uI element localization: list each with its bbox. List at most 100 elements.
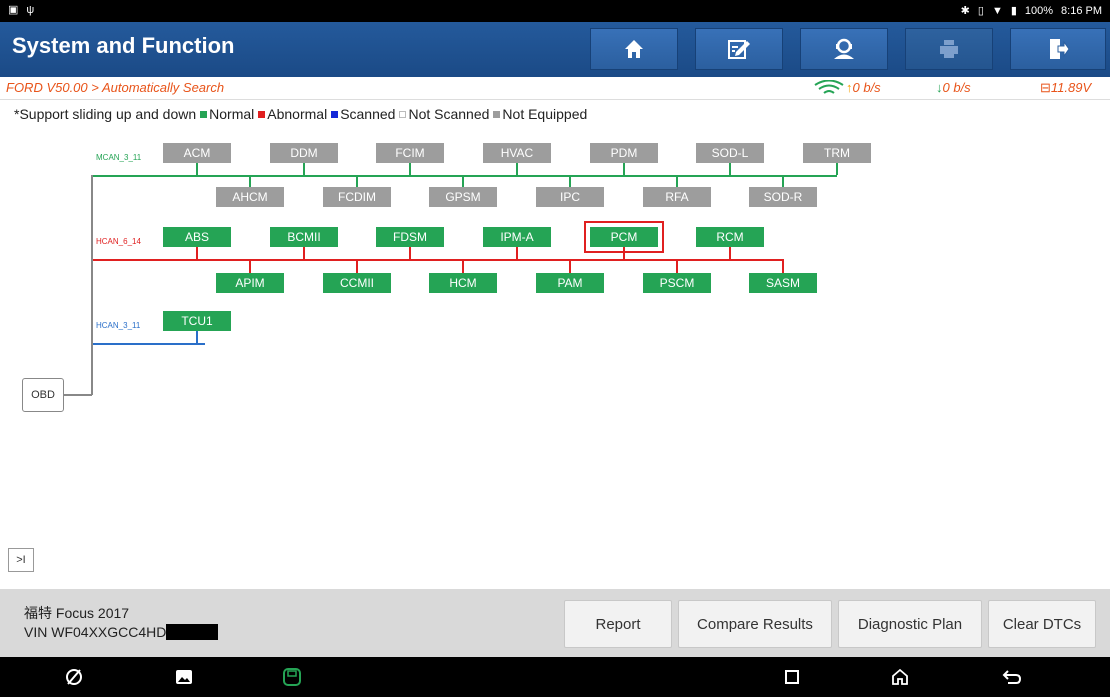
module-ipc[interactable]: IPC — [536, 187, 604, 207]
connector-line — [729, 163, 731, 175]
connector-line — [569, 259, 571, 273]
legend-abnormal: Abnormal — [258, 106, 327, 122]
compare-results-button[interactable]: Compare Results — [678, 600, 832, 648]
support-icon — [834, 38, 854, 59]
module-bcmii[interactable]: BCMII — [270, 227, 338, 247]
clock: 8:16 PM — [1061, 4, 1102, 17]
browser-icon[interactable] — [62, 666, 86, 688]
battery-voltage-icon: ⊟ — [1040, 80, 1051, 95]
connector-line — [729, 247, 731, 259]
connector-line — [462, 175, 464, 187]
module-pscm[interactable]: PSCM — [643, 273, 711, 293]
exit-button[interactable] — [1010, 28, 1106, 70]
vci-icon[interactable] — [280, 666, 304, 688]
recents-icon[interactable] — [780, 666, 804, 688]
connector-line — [836, 163, 838, 175]
module-fcdim[interactable]: FCDIM — [323, 187, 391, 207]
connector-line — [409, 247, 411, 259]
module-sod-r[interactable]: SOD-R — [749, 187, 817, 207]
connector-line — [676, 259, 678, 273]
module-hcm[interactable]: HCM — [429, 273, 497, 293]
connector-line — [249, 259, 251, 273]
path-bar: FORD V50.00 > Automatically Search ↑0 b/… — [0, 77, 1110, 100]
diagnostic-plan-button[interactable]: Diagnostic Plan — [838, 600, 982, 648]
signal-icon — [814, 79, 844, 99]
gallery-icon: ▣ — [8, 4, 19, 16]
module-ipm-a[interactable]: IPM-A — [483, 227, 551, 247]
connector-line — [196, 331, 198, 343]
legend-note: *Support sliding up and down — [14, 106, 197, 122]
module-sasm[interactable]: SASM — [749, 273, 817, 293]
home-icon — [625, 40, 643, 58]
module-pam[interactable]: PAM — [536, 273, 604, 293]
module-tcu1[interactable]: TCU1 — [163, 311, 231, 331]
usb-icon: ψ — [26, 3, 35, 16]
print-button[interactable] — [905, 28, 993, 70]
module-gpsm[interactable]: GPSM — [429, 187, 497, 207]
bus-line — [92, 343, 205, 345]
bus-line — [92, 175, 837, 177]
module-trm[interactable]: TRM — [803, 143, 871, 163]
module-ahcm[interactable]: AHCM — [216, 187, 284, 207]
gallery-icon[interactable] — [172, 666, 196, 688]
vin: VIN WF04XXGCC4HD — [24, 623, 219, 642]
vehicle-name: 福特 Focus 2017 — [24, 605, 130, 621]
legend-normal: Normal — [200, 106, 254, 122]
status-legend: *Support sliding up and down Normal Abno… — [14, 106, 587, 122]
module-fdsm[interactable]: FDSM — [376, 227, 444, 247]
battery-icon: ▮ — [1010, 5, 1017, 17]
bus-label: HCAN_6_14 — [96, 237, 141, 246]
home-button[interactable] — [590, 28, 678, 70]
module-ddm[interactable]: DDM — [270, 143, 338, 163]
connector-line — [623, 163, 625, 175]
upload-rate: ↑0 b/s — [846, 80, 881, 95]
home-icon[interactable] — [888, 666, 912, 688]
connector-line — [356, 259, 358, 273]
vibrate-icon: ▯ — [977, 5, 984, 17]
connector-line — [569, 175, 571, 187]
connector-line — [676, 175, 678, 187]
report-button[interactable]: Report — [564, 600, 672, 648]
breadcrumb: FORD V50.00 > Automatically Search — [6, 80, 225, 95]
connector-line — [196, 163, 198, 175]
obd-link-line — [62, 394, 92, 396]
module-rcm[interactable]: RCM — [696, 227, 764, 247]
back-icon[interactable] — [1000, 666, 1024, 688]
module-ccmii[interactable]: CCMII — [323, 273, 391, 293]
connector-line — [303, 247, 305, 259]
footer-bar: 福特 Focus 2017 VIN WF04XXGCC4HD Report Co… — [0, 589, 1110, 657]
module-pdm[interactable]: PDM — [590, 143, 658, 163]
module-apim[interactable]: APIM — [216, 273, 284, 293]
edit-button[interactable] — [695, 28, 783, 70]
connector-line — [782, 175, 784, 187]
legend-not-scanned: Not Scanned — [399, 106, 489, 122]
connector-line — [196, 247, 198, 259]
connector-line — [782, 259, 784, 273]
remote-support-button[interactable] — [800, 28, 888, 70]
connector-line — [516, 247, 518, 259]
connector-line — [249, 175, 251, 187]
voltage-readout: ⊟11.89V — [1040, 80, 1092, 95]
module-acm[interactable]: ACM — [163, 143, 231, 163]
bus-label: HCAN_3_11 — [96, 321, 141, 330]
page-title: System and Function — [12, 33, 235, 58]
connector-line — [462, 259, 464, 273]
module-hvac[interactable]: HVAC — [483, 143, 551, 163]
edit-icon — [728, 40, 750, 59]
clear-dtcs-button[interactable]: Clear DTCs — [988, 600, 1096, 648]
download-rate: ↓0 b/s — [936, 80, 971, 95]
expand-panel-button[interactable]: >I — [8, 548, 34, 572]
module-rfa[interactable]: RFA — [643, 187, 711, 207]
bus-line — [92, 259, 783, 261]
module-fcim[interactable]: FCIM — [376, 143, 444, 163]
module-abs[interactable]: ABS — [163, 227, 231, 247]
module-sod-l[interactable]: SOD-L — [696, 143, 764, 163]
print-icon — [940, 40, 958, 58]
module-pcm[interactable]: PCM — [590, 227, 658, 247]
vehicle-info: 福特 Focus 2017 VIN WF04XXGCC4HD — [24, 604, 219, 642]
vin-redaction — [166, 624, 219, 640]
obd-connector[interactable]: OBD — [22, 378, 64, 412]
bus-label: MCAN_3_11 — [96, 153, 142, 162]
wifi-icon: ▼ — [991, 4, 1003, 17]
connector-line — [356, 175, 358, 187]
